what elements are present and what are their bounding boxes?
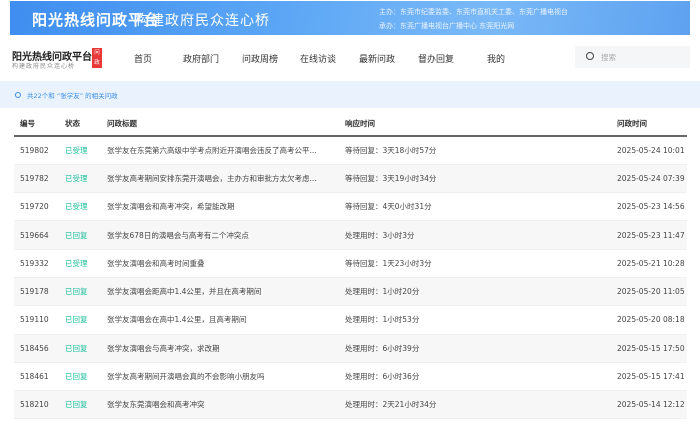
row-title[interactable]: 张学友演唱会与高考冲突，求改期 bbox=[101, 334, 339, 363]
row-response-time: 等待回复：3天19小时34分 bbox=[339, 164, 611, 194]
nav-home[interactable]: 首页 bbox=[134, 52, 152, 65]
row-title[interactable]: 张学友678日的演唱会与高考有二个冲突点 bbox=[101, 220, 339, 250]
row-date: 2025-05-15 17:50 bbox=[611, 334, 687, 363]
nav-latest[interactable]: 最新问政 bbox=[359, 52, 395, 65]
row-date: 2025-05-20 11:05 bbox=[611, 277, 687, 307]
row-id: 518461 bbox=[14, 362, 59, 392]
row-title[interactable]: 张学友演唱会距高中1.4公里，并且在高考期间 bbox=[101, 277, 339, 307]
row-date: 2025-05-23 11:47 bbox=[611, 220, 687, 250]
row-status: 已受理 bbox=[59, 136, 101, 165]
row-status: 已回复 bbox=[59, 334, 101, 363]
row-status: 已回复 bbox=[59, 277, 101, 307]
row-title[interactable]: 张学友高考期间开演唱会真的不会影响小朋友吗 bbox=[101, 362, 339, 392]
search-icon bbox=[15, 92, 21, 98]
row-response-time: 处理用时：1小时20分 bbox=[339, 277, 611, 307]
row-title[interactable]: 张学友演唱会和高考时间重叠 bbox=[101, 249, 339, 278]
header-response-time: 响应时间 bbox=[339, 112, 611, 137]
table-row[interactable]: 518210 已回复 张学友东莞演唱会和高考冲突 处理用时：2天21小时34分 2025… bbox=[14, 390, 687, 420]
search-icon bbox=[586, 52, 594, 60]
row-id: 519178 bbox=[14, 277, 59, 307]
table-row[interactable]: 519110 已回复 张学友演唱会在高中1.4公里，且高考期间 处理用时：1小时53分… bbox=[14, 305, 687, 335]
row-status: 已受理 bbox=[59, 249, 101, 278]
row-title[interactable]: 张学友在东莞第六高级中学考点附近开演唱会违反了高考公平... bbox=[101, 136, 339, 165]
row-id: 518456 bbox=[14, 334, 59, 363]
row-id: 519110 bbox=[14, 305, 59, 335]
table-row[interactable]: 519664 已回复 张学友678日的演唱会与高考有二个冲突点 处理用时：3小时3分 2… bbox=[14, 220, 687, 250]
top-nav: 阳光热线问政平台 构建政府民众连心桥 问政 首页 政府部门 问政周榜 在线访谈 … bbox=[0, 38, 700, 74]
row-status: 已受理 bbox=[59, 192, 101, 222]
row-status: 已回复 bbox=[59, 220, 101, 250]
table-row[interactable]: 519802 已受理 张学友在东莞第六高级中学考点附近开演唱会违反了高考公平... 等… bbox=[14, 136, 687, 165]
row-date: 2025-05-24 07:39 bbox=[611, 164, 687, 194]
row-id: 519720 bbox=[14, 192, 59, 222]
row-response-time: 等待回复：4天0小时31分 bbox=[339, 192, 611, 222]
nav-supervised-replies[interactable]: 督办回复 bbox=[418, 52, 454, 65]
row-status: 已回复 bbox=[59, 390, 101, 420]
row-date: 2025-05-24 10:01 bbox=[611, 136, 687, 165]
row-id: 519664 bbox=[14, 220, 59, 250]
row-response-time: 等待回复：3天18小时57分 bbox=[339, 136, 611, 165]
row-title[interactable]: 张学友演唱会和高考冲突，希望能改期 bbox=[101, 192, 339, 222]
banner-organizer: 承办：东莞广播电视台广播中心 东莞阳光网 bbox=[379, 22, 515, 30]
header-banner: 阳光热线问政平台 构建政府民众连心桥 主办：东莞市纪委监委、东莞市直机关工委、东… bbox=[10, 1, 690, 35]
row-response-time: 等待回复：1天23小时3分 bbox=[339, 249, 611, 278]
header-title: 问政标题 bbox=[101, 112, 339, 137]
logo-badge: 问政 bbox=[92, 48, 102, 68]
search-input[interactable]: 搜索 bbox=[575, 46, 690, 68]
row-title[interactable]: 张学友东莞演唱会和高考冲突 bbox=[101, 390, 339, 420]
nav-online-interview[interactable]: 在线访谈 bbox=[300, 52, 336, 65]
table-row[interactable]: 519720 已受理 张学友演唱会和高考冲突，希望能改期 等待回复：4天0小时31分 2… bbox=[14, 192, 687, 222]
banner-slogan: 构建政府民众连心桥 bbox=[135, 13, 270, 29]
table-row[interactable]: 518461 已回复 张学友高考期间开演唱会真的不会影响小朋友吗 处理用时：6小时36… bbox=[14, 362, 687, 392]
row-response-time: 处理用时：6小时39分 bbox=[339, 334, 611, 363]
nav-mine[interactable]: 我的 bbox=[487, 52, 505, 65]
row-date: 2025-05-23 14:56 bbox=[611, 192, 687, 222]
row-status: 已回复 bbox=[59, 362, 101, 392]
row-date: 2025-05-21 10:28 bbox=[611, 249, 687, 278]
row-response-time: 处理用时：6小时36分 bbox=[339, 362, 611, 392]
table-row[interactable]: 519782 已受理 张学友高考期间安排东莞开演唱会，主办方和审批方太欠考虑... 等… bbox=[14, 164, 687, 194]
table-row[interactable]: 519178 已回复 张学友演唱会距高中1.4公里，并且在高考期间 处理用时：1小时2… bbox=[14, 277, 687, 307]
row-response-time: 处理用时：3小时3分 bbox=[339, 220, 611, 250]
row-id: 519782 bbox=[14, 164, 59, 194]
row-status: 已受理 bbox=[59, 164, 101, 194]
row-response-time: 处理用时：1小时53分 bbox=[339, 305, 611, 335]
table-row[interactable]: 518456 已回复 张学友演唱会与高考冲突，求改期 处理用时：6小时39分 2025-… bbox=[14, 334, 687, 363]
nav-departments[interactable]: 政府部门 bbox=[183, 52, 219, 65]
row-id: 519802 bbox=[14, 136, 59, 165]
table-row[interactable]: 519332 已受理 张学友演唱会和高考时间重叠 等待回复：1天23小时3分 2025-… bbox=[14, 249, 687, 278]
row-title[interactable]: 张学友演唱会在高中1.4公里，且高考期间 bbox=[101, 305, 339, 335]
row-date: 2025-05-14 12:12 bbox=[611, 390, 687, 420]
row-status: 已回复 bbox=[59, 305, 101, 335]
row-id: 519332 bbox=[14, 249, 59, 278]
row-date: 2025-05-20 08:18 bbox=[611, 305, 687, 335]
row-date: 2025-05-15 17:41 bbox=[611, 362, 687, 392]
banner-sponsor: 主办：东莞市纪委监委、东莞市直机关工委、东莞广播电视台 bbox=[379, 8, 568, 16]
row-id: 518210 bbox=[14, 390, 59, 420]
logo-subtitle: 构建政府民众连心桥 bbox=[12, 63, 76, 70]
results-table: 编号 状态 问政标题 响应时间 问政时间 519802 已受理 张学友在东莞第六高级… bbox=[14, 112, 687, 420]
header-id: 编号 bbox=[14, 112, 59, 137]
result-summary-bar: 共22个和 “张学友” 的相关问政 bbox=[0, 81, 700, 108]
header-status: 状态 bbox=[59, 112, 101, 137]
row-response-time: 处理用时：2天21小时34分 bbox=[339, 390, 611, 420]
nav-weekly-ranking[interactable]: 问政周榜 bbox=[242, 52, 278, 65]
result-summary: 共22个和 “张学友” 的相关问政 bbox=[27, 92, 118, 100]
row-title[interactable]: 张学友高考期间安排东莞开演唱会，主办方和审批方太欠考虑... bbox=[101, 164, 339, 194]
search-placeholder: 搜索 bbox=[601, 53, 616, 62]
header-date: 问政时间 bbox=[611, 112, 687, 137]
